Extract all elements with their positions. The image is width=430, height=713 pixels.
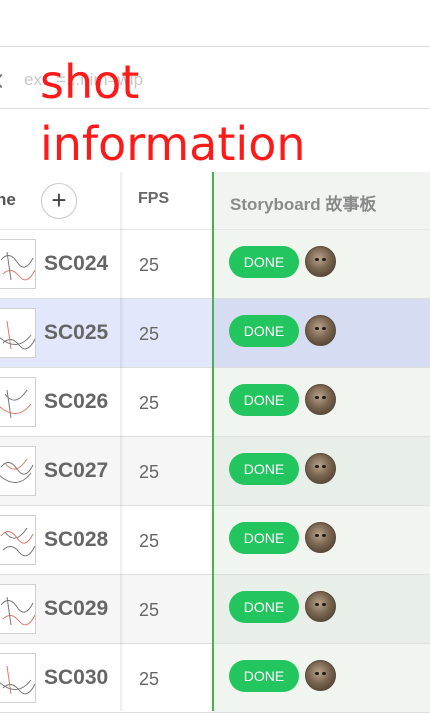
shot-name[interactable]: SC026 bbox=[44, 390, 108, 414]
table-row[interactable]: SC028 25 DONE bbox=[0, 506, 430, 575]
status-badge[interactable]: DONE bbox=[229, 522, 299, 554]
table-row[interactable]: SC029 25 DONE bbox=[0, 575, 430, 644]
table-header: ne + FPS Storyboard 故事板 bbox=[0, 172, 430, 230]
table-row[interactable]: SC024 25 DONE bbox=[0, 230, 430, 299]
storyboard-thumbnail[interactable] bbox=[0, 515, 36, 565]
assignee-avatar[interactable] bbox=[305, 453, 336, 484]
status-badge[interactable]: DONE bbox=[229, 453, 299, 485]
column-separator bbox=[212, 172, 214, 711]
column-header-storyboard[interactable]: Storyboard 故事板 bbox=[230, 190, 376, 215]
fps-value: 25 bbox=[139, 600, 160, 620]
storyboard-thumbnail[interactable] bbox=[0, 653, 36, 703]
assignee-avatar[interactable] bbox=[305, 315, 336, 346]
storyboard-thumbnail[interactable] bbox=[0, 239, 36, 289]
shots-table: ne + FPS Storyboard 故事板 SC024 25 DONE SC025… bbox=[0, 172, 430, 713]
fps-value: 25 bbox=[139, 255, 160, 275]
shot-name[interactable]: SC030 bbox=[44, 666, 108, 690]
shot-name[interactable]: SC024 bbox=[44, 252, 108, 276]
column-header-fps[interactable]: FPS bbox=[138, 190, 169, 208]
fps-value: 25 bbox=[139, 531, 160, 551]
shot-name[interactable]: SC028 bbox=[44, 528, 108, 552]
top-bar bbox=[0, 0, 430, 47]
fps-value: 25 bbox=[139, 462, 160, 482]
table-row[interactable]: SC027 25 DONE bbox=[0, 437, 430, 506]
column-header-name[interactable]: ne bbox=[0, 190, 16, 210]
storyboard-thumbnail[interactable] bbox=[0, 308, 36, 358]
overlay-label-line2: information bbox=[40, 117, 306, 171]
storyboard-thumbnail[interactable] bbox=[0, 377, 36, 427]
fps-value: 25 bbox=[139, 669, 160, 689]
storyboard-thumbnail[interactable] bbox=[0, 584, 36, 634]
shot-name[interactable]: SC025 bbox=[44, 321, 108, 345]
table-row[interactable]: SC025 25 DONE bbox=[0, 299, 430, 368]
add-column-button[interactable]: + bbox=[41, 183, 77, 219]
status-badge[interactable]: DONE bbox=[229, 246, 299, 278]
status-badge[interactable]: DONE bbox=[229, 591, 299, 623]
table-row[interactable]: SC030 25 DONE bbox=[0, 644, 430, 713]
assignee-avatar[interactable] bbox=[305, 660, 336, 691]
assignee-avatar[interactable] bbox=[305, 246, 336, 277]
assignee-avatar[interactable] bbox=[305, 522, 336, 553]
fps-value: 25 bbox=[139, 324, 160, 344]
assignee-avatar[interactable] bbox=[305, 591, 336, 622]
status-badge[interactable]: DONE bbox=[229, 384, 299, 416]
shot-name[interactable]: SC027 bbox=[44, 459, 108, 483]
status-badge[interactable]: DONE bbox=[229, 315, 299, 347]
filter-input[interactable] bbox=[22, 66, 406, 94]
status-badge[interactable]: DONE bbox=[229, 660, 299, 692]
assignee-avatar[interactable] bbox=[305, 384, 336, 415]
fps-value: 25 bbox=[139, 393, 160, 413]
shot-name[interactable]: SC029 bbox=[44, 597, 108, 621]
table-row[interactable]: SC026 25 DONE bbox=[0, 368, 430, 437]
storyboard-thumbnail[interactable] bbox=[0, 446, 36, 496]
column-shadow bbox=[120, 172, 124, 711]
